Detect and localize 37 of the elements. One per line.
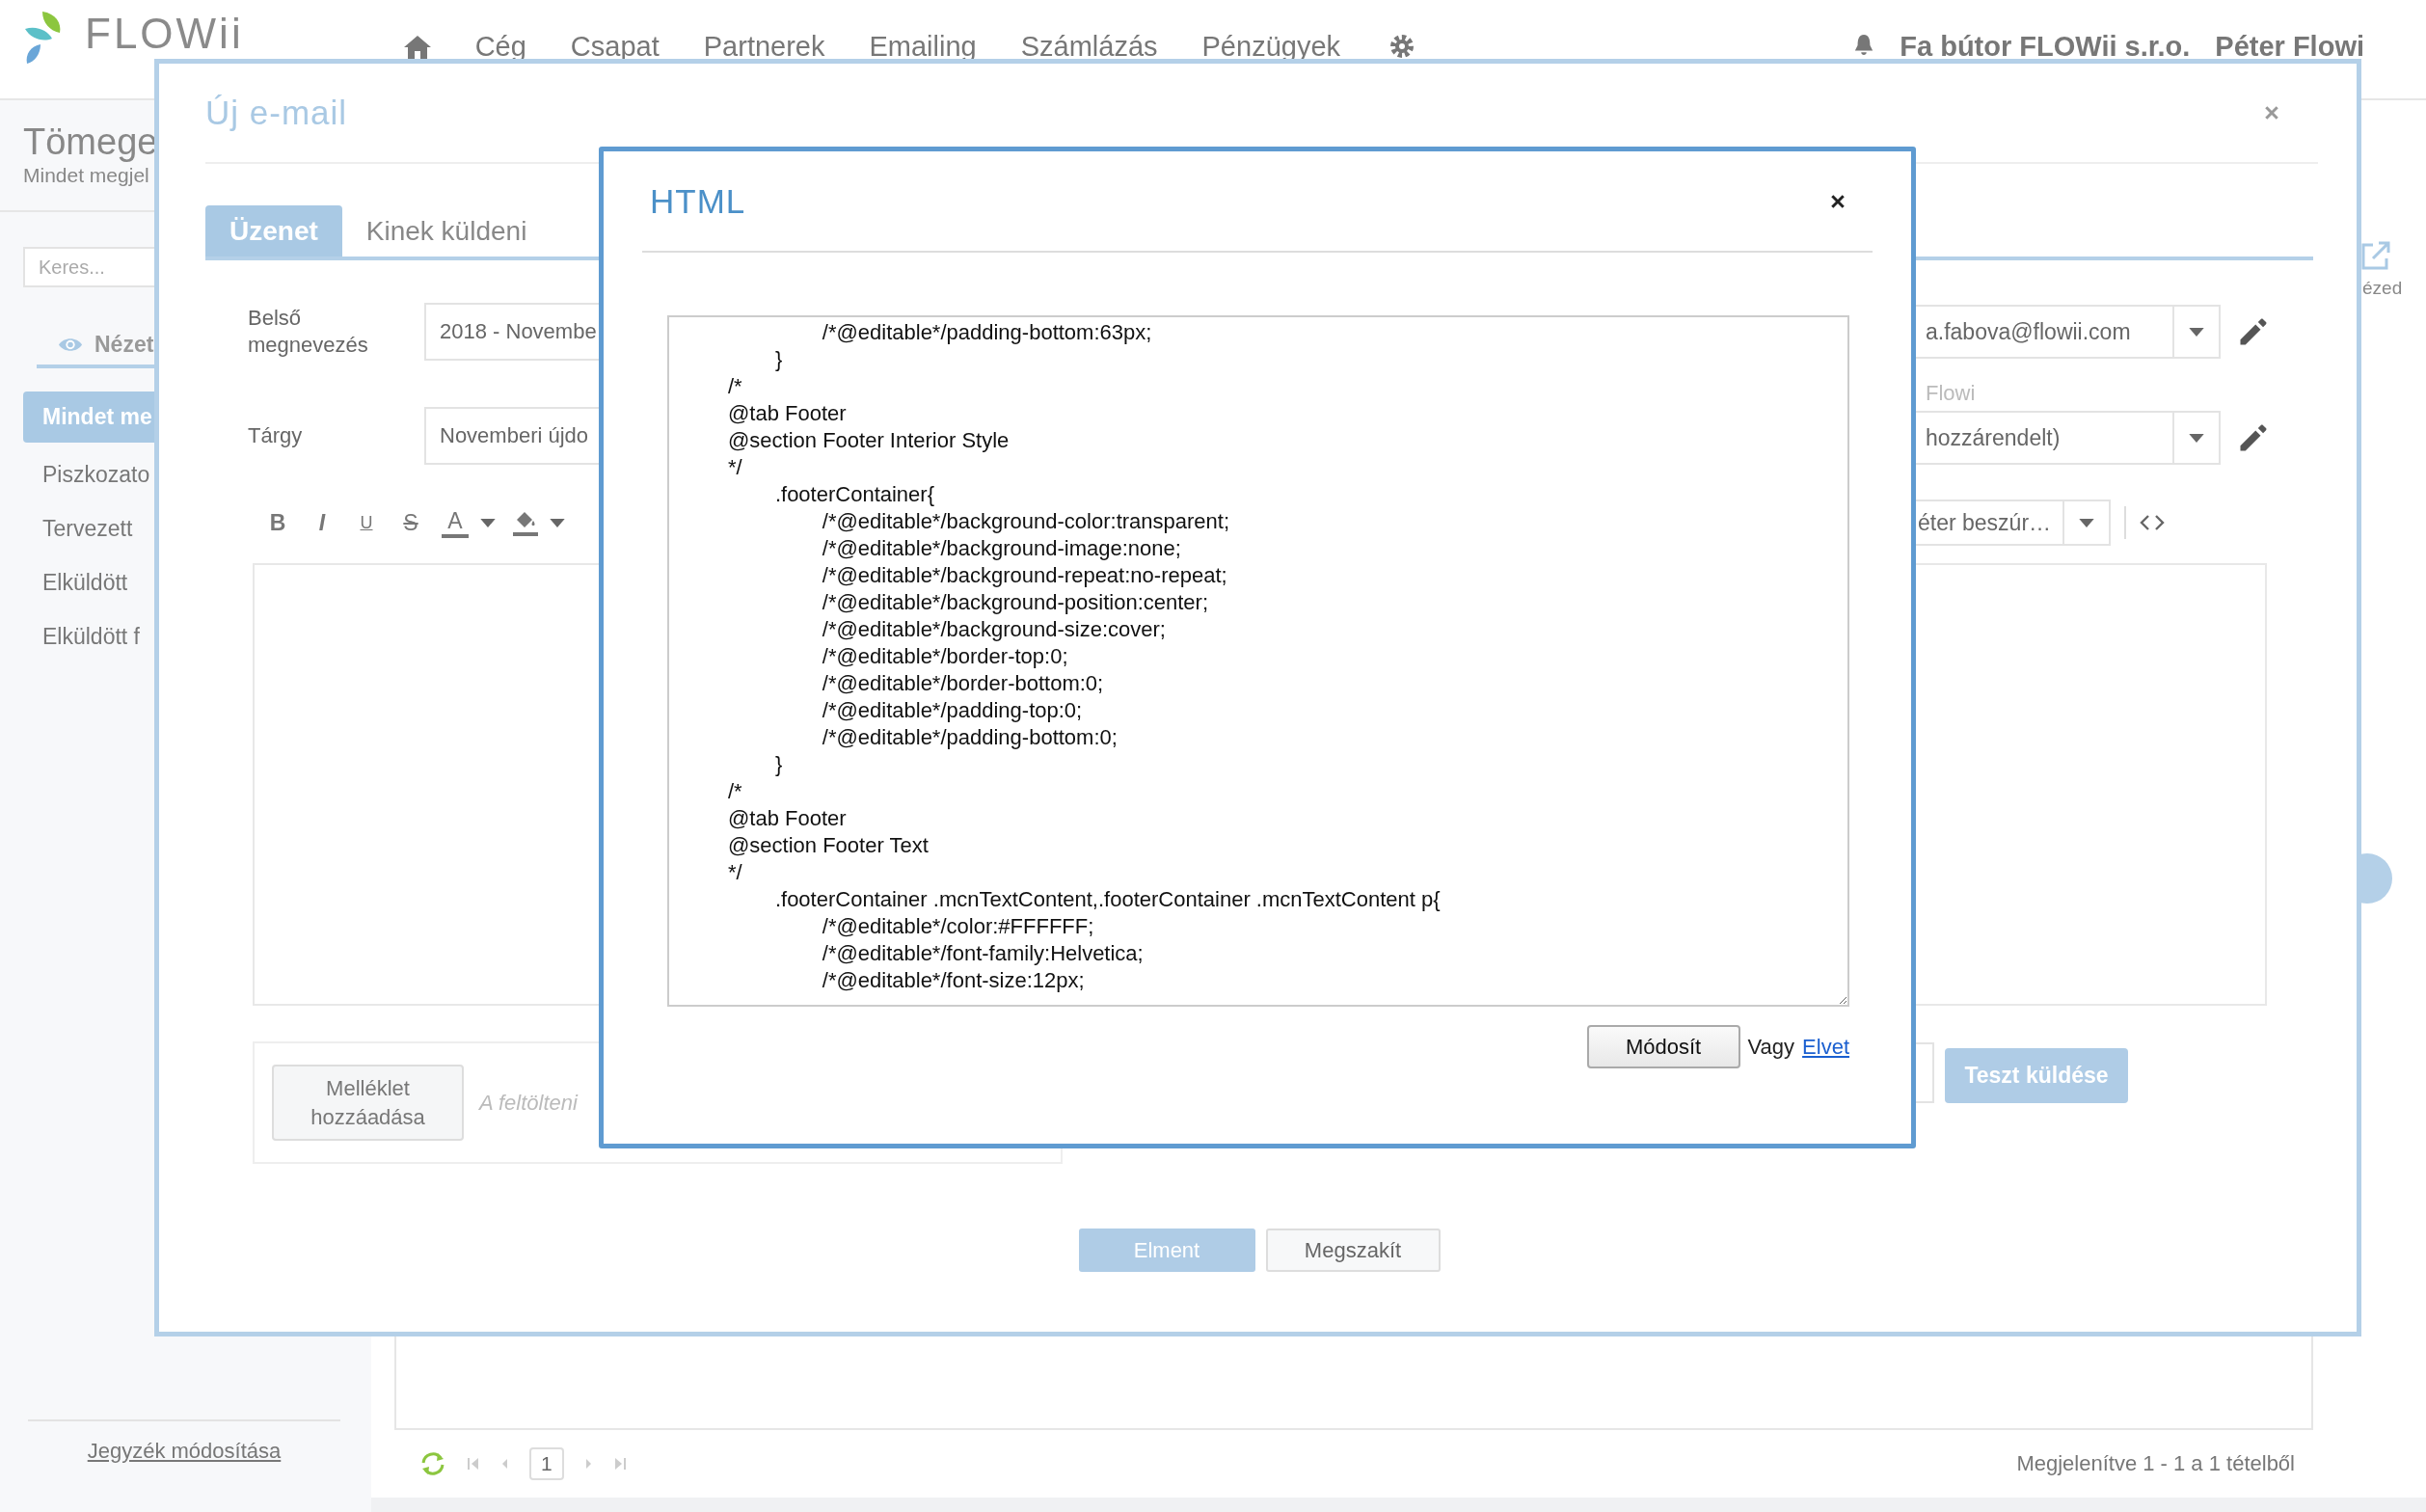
strikethrough-button[interactable]: S (397, 509, 424, 536)
discard-link[interactable]: Elvet (1802, 1034, 1849, 1060)
edit-list-link[interactable]: Jegyzék módosítása (87, 1439, 282, 1463)
dialog-title: Új e-mail (205, 94, 348, 132)
apply-button[interactable]: Módosít (1586, 1025, 1740, 1068)
caret-icon[interactable] (550, 518, 565, 527)
side-action-label[interactable]: ézed (2362, 278, 2403, 299)
dialog-title: HTML (650, 181, 746, 221)
home-icon[interactable] (402, 35, 432, 60)
cancel-button[interactable]: Megszakít (1265, 1228, 1441, 1272)
close-icon[interactable] (1830, 193, 1846, 209)
logo-text: FLOWii (85, 10, 244, 58)
caret-icon (2079, 518, 2094, 527)
bold-button[interactable]: B (264, 509, 291, 536)
field-label: Tárgy (248, 422, 304, 449)
field-label: Belső megnevezés (248, 305, 369, 359)
caret-icon[interactable] (480, 518, 496, 527)
eye-icon (58, 336, 83, 353)
view-tab-label: Nézet (94, 331, 154, 358)
sender-name-label: Flowi (1925, 380, 1977, 407)
underline-button[interactable]: U (353, 512, 380, 533)
caret-icon (2189, 327, 2204, 337)
bell-icon[interactable] (1853, 33, 1875, 58)
pager-summary: Megjelenítve 1 - 1 a 1 tételből (2016, 1451, 2295, 1476)
code-icon[interactable] (2140, 514, 2165, 531)
upload-hint: A feltölteni (479, 1090, 578, 1116)
italic-button[interactable]: I (309, 509, 336, 536)
settings-icon[interactable] (1388, 33, 1416, 60)
page-number[interactable]: 1 (529, 1447, 564, 1480)
or-text: Vagy (1747, 1034, 1795, 1060)
page-title: Tömege (23, 121, 159, 163)
add-attachment-button[interactable]: Melléklet hozzáadása (272, 1065, 464, 1141)
text-color-button[interactable]: A (442, 507, 469, 538)
caret-icon (2189, 433, 2204, 443)
tab[interactable]: Kinek küldeni (341, 205, 552, 256)
html-code-field[interactable]: /*@editable*/padding-bottom:63px; } /* @tab Footer @section Footer Interior Style */ .footerContainer{ /*@editable*/background-color:transparent; /*@editable*/background-image:none; /*@editable*/background-repeat:no-repeat; /*@editable*/background-position:center; /*@editable*/background-size:cover; /*@editable*/border-top:0; /*@editable*/border-bottom:0; /*@editable*/padding-top:0; /*@editable*/padding-bottom:0; } /* @tab Footer @section Footer Text */ .footerContainer .mcnTextContent,.footerContainer .mcnTextContent p{ /*@editable*/color:#FFFFFF; /*@editable*/font-family:Helvetica; /*@editable*/font-size:12px; (667, 315, 1849, 1007)
page-subtitle: Mindet megjel (23, 163, 150, 188)
